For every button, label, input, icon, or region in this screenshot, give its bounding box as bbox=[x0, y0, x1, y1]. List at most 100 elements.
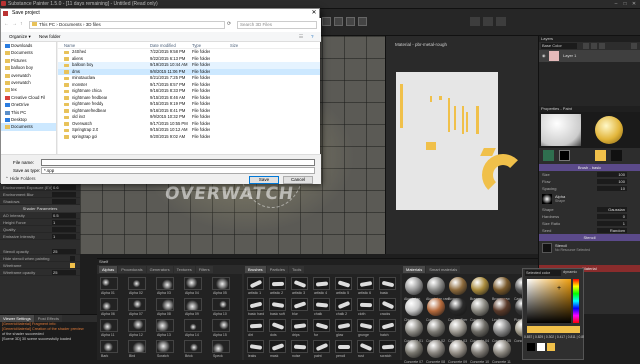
alpha-tile[interactable]: Alpha 03 bbox=[156, 277, 174, 295]
alpha-tile[interactable]: Alpha 15 bbox=[212, 319, 230, 337]
saturation-value-square[interactable]: + bbox=[527, 279, 571, 323]
color-swatch[interactable] bbox=[611, 150, 622, 161]
view-split-icon[interactable] bbox=[496, 17, 506, 26]
brush-tile[interactable]: artistic 5 bbox=[335, 277, 352, 295]
save-button[interactable]: Save bbox=[249, 176, 279, 184]
brush-tile[interactable]: artistic 2 bbox=[269, 277, 286, 295]
alpha-slot[interactable]: Alpha Shape bbox=[539, 192, 640, 206]
material-tile[interactable]: Concrete bbox=[470, 298, 489, 322]
add-folder-icon[interactable] bbox=[591, 43, 597, 49]
brush-tile[interactable]: blur bbox=[291, 298, 308, 316]
param-value[interactable]: 1 bbox=[597, 221, 627, 226]
maximize-icon[interactable]: □ bbox=[621, 1, 629, 7]
brush-tile[interactable]: mask bbox=[269, 340, 286, 358]
alpha-tile[interactable]: Alpha 01 bbox=[100, 277, 118, 295]
shelf-left-tab[interactable]: Textures bbox=[173, 266, 195, 273]
nav-item[interactable]: OneDrive bbox=[1, 101, 56, 108]
brush-tile[interactable]: pencil bbox=[335, 340, 352, 358]
file-row[interactable]: springtrap gol 9/20/2015 9:02 AM File fold… bbox=[58, 134, 320, 141]
view-options-icon[interactable]: ☷ bbox=[299, 32, 303, 42]
nav-item[interactable]: overwatch bbox=[1, 72, 56, 79]
nav-item[interactable]: balloon boy bbox=[1, 64, 56, 71]
material-tile[interactable]: Concrete 03 bbox=[448, 319, 467, 343]
save-type-select[interactable]: *.spp bbox=[41, 167, 315, 174]
uv-texture-canvas[interactable] bbox=[396, 72, 524, 210]
brush-section-header[interactable]: Brush - basic bbox=[539, 164, 640, 171]
nav-item[interactable]: This PC bbox=[1, 109, 56, 116]
param-value[interactable]: 100 bbox=[597, 179, 627, 184]
brush-tile[interactable]: cloth bbox=[357, 298, 374, 316]
brush-tile[interactable]: basic soft bbox=[269, 298, 286, 316]
column-type[interactable]: Type bbox=[192, 42, 201, 49]
material-tile[interactable]: Concrete 11 bbox=[492, 340, 511, 364]
material-tile[interactable]: Concrete 04 bbox=[470, 319, 489, 343]
history-swatch[interactable] bbox=[547, 343, 555, 351]
alpha-tile[interactable]: Alpha 14 bbox=[184, 319, 202, 337]
alpha-tile[interactable]: Alpha 11 bbox=[100, 319, 118, 337]
brush-tile[interactable]: dots bbox=[269, 319, 286, 337]
nav-item[interactable]: Documents bbox=[1, 123, 56, 131]
hue-slider[interactable] bbox=[573, 279, 579, 323]
nav-item[interactable]: Creative Cloud Fil bbox=[1, 94, 56, 101]
brush-tile[interactable]: dirt bbox=[247, 319, 264, 337]
shelf-right-tab[interactable]: Smart materials bbox=[426, 266, 461, 273]
brush-tile[interactable]: noise bbox=[291, 340, 308, 358]
material-tile[interactable]: Bronze raw bbox=[492, 277, 511, 301]
forward-arrow-icon[interactable]: → bbox=[12, 21, 17, 27]
brush-tile[interactable]: cracks bbox=[379, 298, 396, 316]
param-value[interactable]: Random bbox=[597, 228, 627, 233]
alpha-tile[interactable]: Bird bbox=[128, 340, 146, 358]
brush-tile[interactable]: rust bbox=[357, 340, 374, 358]
address-bar[interactable]: This PC › Documents › 3D files bbox=[29, 21, 225, 29]
param-value[interactable]: 0 bbox=[597, 214, 627, 219]
param-value[interactable]: 25 bbox=[52, 249, 76, 254]
add-effect-icon[interactable] bbox=[599, 43, 605, 49]
param-value[interactable]: 25 bbox=[52, 270, 76, 275]
brush-tile[interactable]: glow bbox=[335, 319, 352, 337]
view-3d-icon[interactable] bbox=[470, 17, 480, 26]
stencil-section-header[interactable]: Stencil bbox=[539, 234, 640, 241]
material-tile[interactable]: Brass bbox=[470, 277, 489, 301]
material-tile[interactable]: Copper bbox=[426, 298, 445, 322]
channel-select[interactable]: Base Color bbox=[541, 43, 577, 49]
new-folder-button[interactable]: New folder bbox=[39, 32, 61, 42]
alpha-tile[interactable]: Speck bbox=[212, 340, 230, 358]
eraser-tool-icon[interactable] bbox=[334, 17, 343, 26]
shelf-mid-tab[interactable]: Tools bbox=[289, 266, 305, 273]
history-swatch[interactable] bbox=[527, 343, 535, 351]
add-layer-icon[interactable] bbox=[583, 43, 589, 49]
view-2d-icon[interactable] bbox=[483, 17, 493, 26]
clone-tool-icon[interactable] bbox=[358, 17, 367, 26]
filename-input[interactable] bbox=[41, 159, 315, 166]
layer-name[interactable]: Layer 1 bbox=[563, 53, 576, 58]
material-tile[interactable]: Concrete 02 bbox=[426, 319, 445, 343]
color-swatch[interactable] bbox=[595, 150, 606, 161]
param-value[interactable]: 1 bbox=[52, 220, 76, 225]
paint-tool-icon[interactable] bbox=[322, 17, 331, 26]
color-mode-label[interactable]: dynamic bbox=[563, 270, 577, 274]
material-tile[interactable]: Bronze bbox=[448, 277, 467, 301]
shelf-right-tab[interactable]: Materials bbox=[403, 266, 426, 273]
nav-item[interactable]: Documents bbox=[1, 49, 56, 56]
material-tile[interactable]: Concrete 09 bbox=[448, 340, 467, 364]
help-icon[interactable]: ? bbox=[311, 32, 314, 42]
material-tile[interactable]: Aluminium raw bbox=[426, 277, 449, 301]
nav-item[interactable]: Desktop bbox=[1, 116, 56, 123]
color-swatch[interactable] bbox=[559, 150, 570, 161]
tab-viewer-settings[interactable]: Viewer Settings bbox=[0, 315, 34, 322]
param-value[interactable]: Gaussian bbox=[597, 207, 627, 212]
alpha-tile[interactable]: Alpha 07 bbox=[128, 298, 146, 316]
brush-tile[interactable]: drips bbox=[291, 319, 308, 337]
material-tile[interactable]: Concrete 01 bbox=[404, 319, 423, 343]
param-value[interactable] bbox=[52, 227, 76, 232]
search-input[interactable]: Search 3D Files bbox=[237, 21, 317, 29]
refresh-icon[interactable]: ⟳ bbox=[227, 21, 231, 27]
shelf-left-tab[interactable]: Alphas bbox=[99, 266, 118, 273]
alpha-tile[interactable]: Bark bbox=[100, 340, 118, 358]
nav-item[interactable]: Pictures bbox=[1, 57, 56, 64]
cancel-button[interactable]: Cancel bbox=[283, 176, 313, 184]
nav-item[interactable]: Downloads bbox=[1, 42, 56, 49]
brush-tile[interactable]: fur bbox=[313, 319, 330, 337]
brush-tile[interactable]: scratch bbox=[379, 340, 396, 358]
brush-tile[interactable]: paint bbox=[313, 340, 330, 358]
